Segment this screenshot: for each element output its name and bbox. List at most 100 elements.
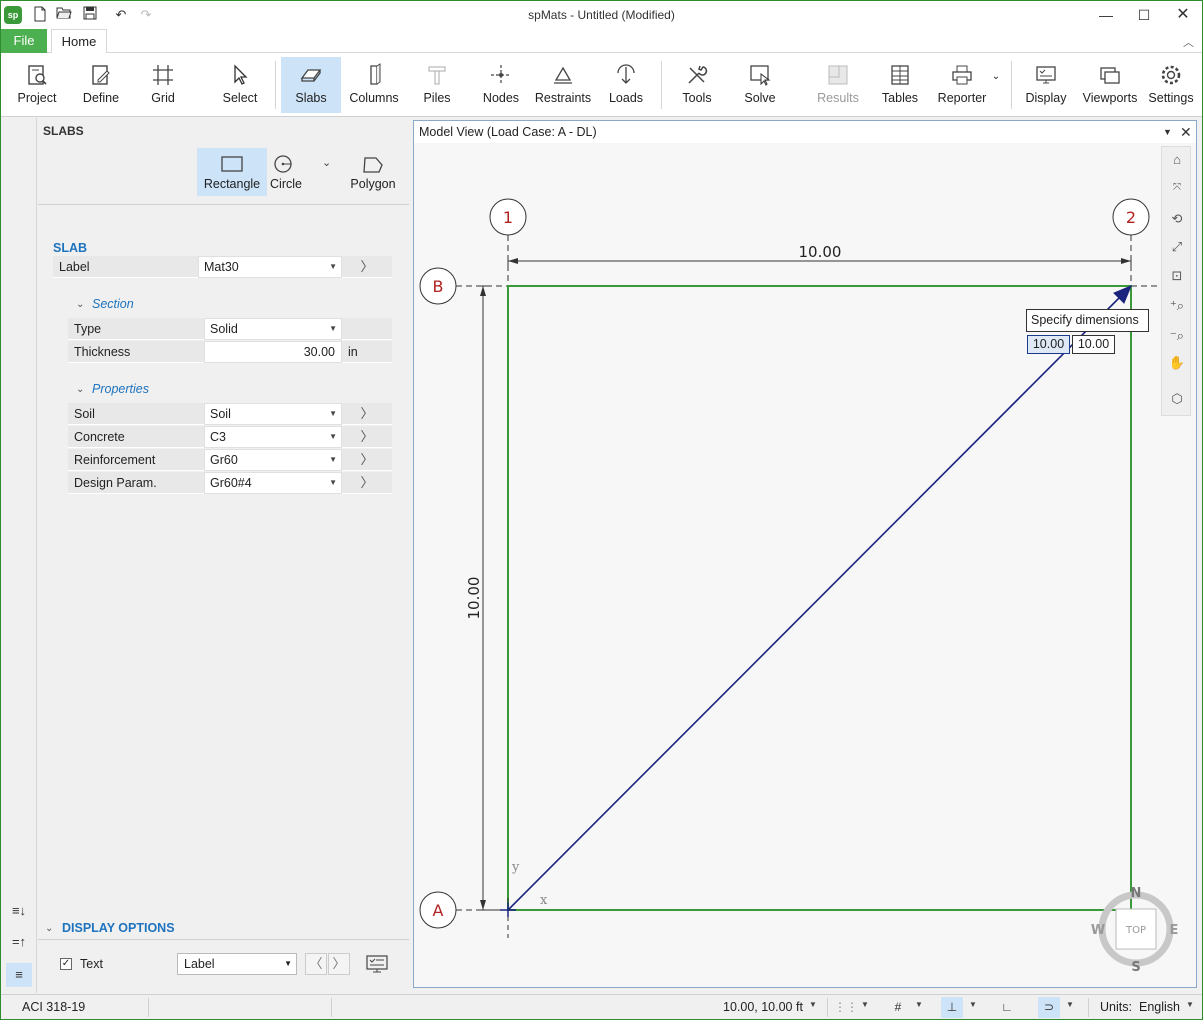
- reporter-dropdown-icon[interactable]: ⌄: [989, 57, 1003, 113]
- maximize-button[interactable]: ☐: [1124, 1, 1164, 29]
- piles-button[interactable]: Piles: [409, 57, 465, 113]
- line-grid-icon[interactable]: #: [887, 997, 909, 1018]
- sort-down-icon[interactable]: ≡↓: [9, 903, 29, 923]
- dimension-input-2[interactable]: 10.00: [1072, 335, 1115, 354]
- close-window-button[interactable]: ✕: [1163, 1, 1203, 29]
- coords-dropdown-icon[interactable]: ▼: [809, 1000, 817, 1009]
- soil-expand-icon[interactable]: 〉: [342, 403, 392, 425]
- design-param-name: Design Param.: [68, 472, 204, 494]
- rectangle-button[interactable]: Rectangle: [197, 148, 267, 196]
- magnet-dropdown-icon[interactable]: ▼: [1066, 1000, 1074, 1009]
- type-select[interactable]: Solid ▼: [204, 318, 342, 340]
- pan-hand-icon[interactable]: ✋: [1167, 355, 1187, 375]
- zoom-window-icon[interactable]: ⊡: [1167, 268, 1187, 288]
- zoom-extents-icon[interactable]: ⤢: [1167, 239, 1187, 259]
- project-button[interactable]: Project: [9, 57, 65, 113]
- snap-dropdown-icon[interactable]: ▼: [969, 1000, 977, 1009]
- properties-collapse-icon[interactable]: ⌄: [76, 384, 84, 395]
- tables-button[interactable]: Tables: [873, 57, 927, 113]
- label-row: Label Mat30 ▼ 〉: [53, 256, 392, 279]
- view-menu-icon[interactable]: ▼: [1163, 121, 1172, 143]
- tools-icon: [688, 65, 708, 84]
- status-separator: [827, 998, 828, 1017]
- thickness-name: Thickness: [68, 341, 204, 363]
- section-collapse-icon[interactable]: ⌄: [76, 299, 84, 310]
- concrete-select[interactable]: C3 ▼: [204, 426, 342, 448]
- properties-heading[interactable]: Properties: [92, 382, 149, 396]
- design-param-expand-icon[interactable]: 〉: [342, 472, 392, 494]
- view-toolbar: ⌂ ⤧ ⟲ ⤢ ⊡ ⁺⌕ ⁻⌕ ✋ ⬡: [1161, 146, 1191, 416]
- sort-up-icon[interactable]: =↑: [9, 934, 29, 954]
- next-icon[interactable]: 〉: [328, 953, 350, 975]
- model-canvas[interactable]: 1 2 B A 10.00 10.00 y x TOP N S E W: [414, 143, 1196, 987]
- line-grid-dropdown-icon[interactable]: ▼: [915, 1000, 923, 1009]
- dimension-input-1[interactable]: 10.00: [1027, 335, 1070, 354]
- loads-button[interactable]: Loads: [599, 57, 653, 113]
- viewports-button[interactable]: Viewports: [1081, 57, 1139, 113]
- polygon-button[interactable]: Polygon: [338, 148, 408, 196]
- results-button[interactable]: Results: [809, 57, 867, 113]
- home-view-icon[interactable]: ⌂: [1167, 152, 1187, 172]
- 3d-box-icon[interactable]: ⬡: [1167, 391, 1187, 411]
- text-checkbox[interactable]: ✓: [60, 958, 72, 970]
- dot-grid-dropdown-icon[interactable]: ▼: [861, 1000, 869, 1009]
- settings-button[interactable]: Settings: [1143, 57, 1199, 113]
- label-select[interactable]: Mat30 ▼: [198, 256, 342, 278]
- slabs-panel: SLABS Rectangle Circle ⌄ Polygon SLAB La…: [38, 118, 409, 993]
- model-view[interactable]: Model View (Load Case: A - DL) ▼ ✕ 1 2 B…: [413, 120, 1197, 988]
- previous-icon[interactable]: 〈: [305, 953, 327, 975]
- ribbon-collapse-icon[interactable]: ︿: [1183, 34, 1194, 50]
- zoom-in-icon[interactable]: ⁺⌕: [1167, 298, 1187, 318]
- reinforcement-name: Reinforcement: [68, 449, 204, 471]
- design-code: ACI 318-19: [22, 1000, 86, 1014]
- select-button[interactable]: Select: [211, 57, 269, 113]
- ortho-icon[interactable]: ∟: [996, 997, 1018, 1018]
- magnet-icon[interactable]: ⊃: [1038, 997, 1060, 1018]
- reinforcement-select[interactable]: Gr60 ▼: [204, 449, 342, 471]
- rectangle-icon: [221, 156, 243, 172]
- display-options-collapse-icon[interactable]: ⌄: [45, 923, 53, 934]
- label-expand-icon[interactable]: 〉: [342, 256, 392, 278]
- soil-select[interactable]: Soil ▼: [204, 403, 342, 425]
- reporter-button[interactable]: Reporter: [933, 57, 991, 113]
- zoom-out-icon[interactable]: ⁻⌕: [1167, 328, 1187, 348]
- nodes-button[interactable]: Nodes: [473, 57, 529, 113]
- text-display-select[interactable]: Label ▼: [177, 953, 297, 975]
- project-icon: [28, 65, 47, 85]
- units-select[interactable]: English: [1139, 1000, 1180, 1014]
- section-heading[interactable]: Section: [92, 297, 134, 311]
- concrete-expand-icon[interactable]: 〉: [342, 426, 392, 448]
- display-settings-icon[interactable]: [365, 954, 389, 974]
- circle-dropdown-icon[interactable]: ⌄: [322, 156, 331, 169]
- tab-home[interactable]: Home: [51, 29, 107, 54]
- left-strip: ≡↓ =↑ ≡: [1, 118, 37, 993]
- thickness-input[interactable]: 30.00: [204, 341, 342, 363]
- tab-file[interactable]: File: [1, 29, 47, 53]
- pile-icon: [428, 66, 446, 85]
- tools-button[interactable]: Tools: [669, 57, 725, 113]
- rotate-view-icon[interactable]: ⟲: [1167, 211, 1187, 231]
- slabs-button[interactable]: Slabs: [281, 57, 341, 113]
- grid-button[interactable]: Grid: [135, 57, 191, 113]
- axes-view-icon[interactable]: ⤧: [1167, 182, 1187, 202]
- printer-icon: [952, 65, 972, 85]
- menu-list-icon[interactable]: ≡: [6, 963, 32, 987]
- solve-button[interactable]: Solve: [733, 57, 787, 113]
- design-param-select[interactable]: Gr60#4 ▼: [204, 472, 342, 494]
- restraints-button[interactable]: Restraints: [533, 57, 593, 113]
- app-window: sp ↶ ↷ spMats - Untitled (Modified) — ☐ …: [0, 0, 1203, 1020]
- columns-button[interactable]: Columns: [345, 57, 403, 113]
- ribbon: Project Define Grid Select Slabs Columns…: [1, 53, 1202, 117]
- display-button[interactable]: Display: [1017, 57, 1075, 113]
- define-button[interactable]: Define: [73, 57, 129, 113]
- snap-icon[interactable]: ⊥: [941, 997, 963, 1018]
- ribbon-tabs: File Home ︿: [1, 29, 1202, 54]
- close-view-icon[interactable]: ✕: [1180, 121, 1192, 143]
- units-dropdown-icon[interactable]: ▼: [1186, 1000, 1194, 1009]
- display-options-heading[interactable]: DISPLAY OPTIONS: [62, 921, 175, 935]
- circle-button[interactable]: Circle: [261, 148, 331, 196]
- minimize-button[interactable]: —: [1086, 1, 1126, 29]
- solve-icon: [750, 65, 771, 86]
- reinforcement-expand-icon[interactable]: 〉: [342, 449, 392, 471]
- dot-grid-icon[interactable]: ⋮⋮: [834, 997, 858, 1018]
